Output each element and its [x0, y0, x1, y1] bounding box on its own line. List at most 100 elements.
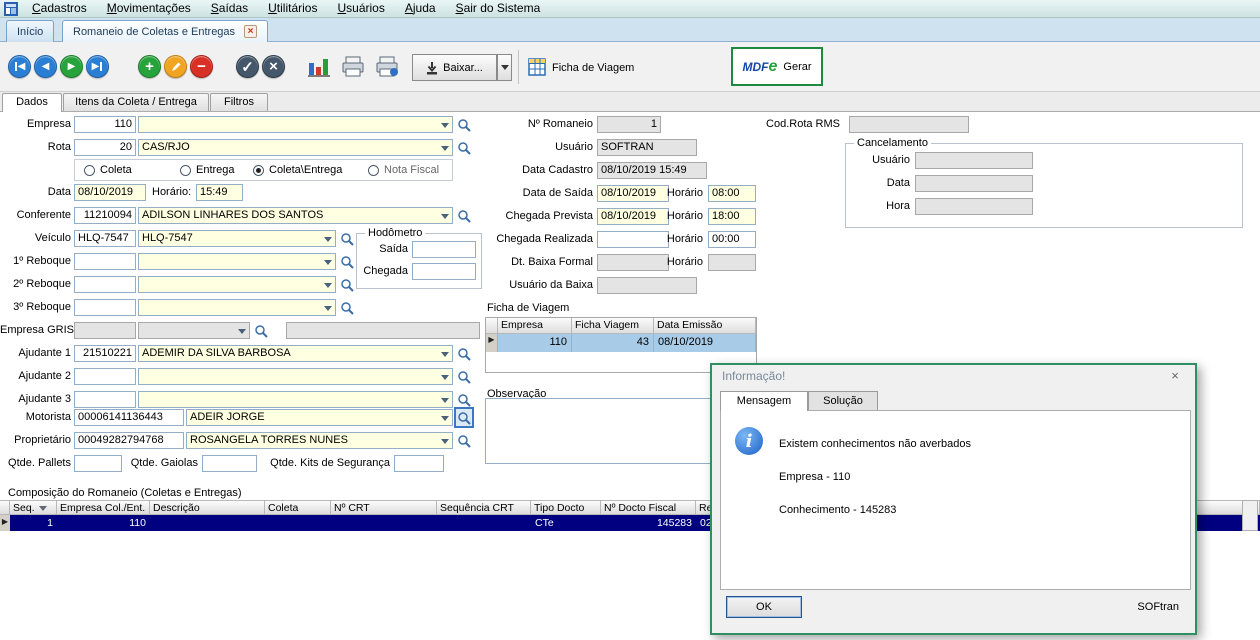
rota-code-input[interactable]: 20 — [74, 139, 136, 156]
veiculo-search-icon[interactable] — [339, 230, 355, 247]
reboque3-search-icon[interactable] — [339, 299, 355, 316]
veiculo-combo[interactable]: HLQ-7547 — [138, 230, 336, 247]
radio-coleta[interactable] — [84, 165, 95, 176]
conferente-combo[interactable]: ADILSON LINHARES DOS SANTOS — [138, 207, 453, 224]
ficha-header-empresa[interactable]: Empresa — [498, 318, 572, 334]
nav-next-button[interactable]: ▶ — [60, 55, 83, 78]
proprietario-search-icon[interactable] — [456, 432, 472, 449]
ajudante3-combo[interactable] — [138, 391, 453, 408]
motorista-combo[interactable]: ADEIR JORGE — [186, 409, 453, 426]
empresa-gris-code-input[interactable] — [74, 322, 136, 339]
grid-header-coleta[interactable]: Coleta — [265, 500, 331, 515]
edit-button[interactable] — [164, 55, 187, 78]
chegada-realizada-horario-input[interactable]: 00:00 — [708, 231, 756, 248]
grid-cell-ncrt[interactable] — [331, 515, 437, 531]
menu-saidas[interactable]: Saídas — [201, 0, 258, 17]
chegada-prevista-horario-input[interactable]: 18:00 — [708, 208, 756, 225]
cancel-button[interactable]: × — [262, 55, 285, 78]
conferente-code-input[interactable]: 11210094 — [74, 207, 136, 224]
motorista-search-icon[interactable] — [456, 409, 472, 426]
ficha-viagem-button[interactable] — [528, 58, 546, 79]
ajudante3-search-icon[interactable] — [456, 391, 472, 408]
hodometro-saida-input[interactable] — [412, 241, 476, 258]
radio-entrega[interactable] — [180, 165, 191, 176]
observacao-textarea[interactable] — [485, 398, 711, 464]
ajudante1-code-input[interactable]: 21510221 — [74, 345, 136, 362]
ajudante2-code-input[interactable] — [74, 368, 136, 385]
menu-cadastros[interactable]: Cadastros — [22, 0, 97, 17]
ficha-cell-emissao[interactable]: 08/10/2019 — [654, 334, 756, 352]
ficha-header-emissao[interactable]: Data Emissão — [654, 318, 756, 334]
nav-last-button[interactable]: ▶ — [86, 55, 109, 78]
reboque1-combo[interactable] — [138, 253, 336, 270]
hodometro-chegada-input[interactable] — [412, 263, 476, 280]
dialog-tab-solucao[interactable]: Solução — [808, 391, 878, 410]
grid-cell-ndocto[interactable]: 145283 — [601, 515, 696, 531]
gerar-mdfe-button[interactable]: MDFe Gerar — [731, 47, 823, 86]
seq-filter-icon[interactable] — [39, 506, 47, 511]
dialog-tab-mensagem[interactable]: Mensagem — [720, 391, 808, 411]
baixar-dropdown-button[interactable] — [497, 54, 512, 81]
ficha-header-ficha[interactable]: Ficha Viagem — [572, 318, 654, 334]
qtde-pallets-input[interactable] — [74, 455, 122, 472]
dialog-close-icon[interactable]: × — [1167, 368, 1183, 383]
ajudante2-search-icon[interactable] — [456, 368, 472, 385]
grid-cell-coleta[interactable] — [265, 515, 331, 531]
ficha-viagem-toolbar-label[interactable]: Ficha de Viagem — [552, 60, 634, 77]
rota-search-icon[interactable] — [456, 139, 472, 156]
qtde-gaiolas-input[interactable] — [202, 455, 257, 472]
print-preview-button[interactable] — [374, 56, 400, 81]
menu-ajuda[interactable]: Ajuda — [395, 0, 446, 17]
motorista-code-input[interactable]: 00006141136443 — [74, 409, 184, 426]
menu-movimentacoes[interactable]: Movimentações — [97, 0, 201, 17]
menu-utilitarios[interactable]: Utilitários — [258, 0, 327, 17]
ajudante3-code-input[interactable] — [74, 391, 136, 408]
grid-header-ncrt[interactable]: Nº CRT — [331, 500, 437, 515]
ajudante1-combo[interactable]: ADEMIR DA SILVA BARBOSA — [138, 345, 453, 362]
reboque2-code-input[interactable] — [74, 276, 136, 293]
add-button[interactable]: + — [138, 55, 161, 78]
menu-usuarios[interactable]: Usuários — [327, 0, 394, 17]
grid-cell-seqcrt[interactable] — [437, 515, 531, 531]
grid-header-tipo-docto[interactable]: Tipo Docto — [531, 500, 601, 515]
ajudante1-search-icon[interactable] — [456, 345, 472, 362]
proprietario-combo[interactable]: ROSANGELA TORRES NUNES — [186, 432, 453, 449]
tab-dados[interactable]: Dados — [2, 93, 62, 112]
empresa-search-icon[interactable] — [456, 116, 472, 133]
proprietario-code-input[interactable]: 00049282794768 — [74, 432, 184, 449]
delete-button[interactable]: − — [190, 55, 213, 78]
ficha-cell-ficha[interactable]: 43 — [572, 334, 654, 352]
reboque2-combo[interactable] — [138, 276, 336, 293]
nav-prev-button[interactable]: ◀ — [34, 55, 57, 78]
grid-cell-descricao[interactable] — [150, 515, 265, 531]
conferente-search-icon[interactable] — [456, 207, 472, 224]
tab-romaneio[interactable]: Romaneio de Coletas e Entregas × — [62, 20, 268, 42]
reboque3-code-input[interactable] — [74, 299, 136, 316]
data-saida-horario-input[interactable]: 08:00 — [708, 185, 756, 202]
grid-cell-tipo-docto[interactable]: CTe — [531, 515, 601, 531]
tab-filtros[interactable]: Filtros — [210, 93, 268, 111]
tab-itens-coleta-entrega[interactable]: Itens da Coleta / Entrega — [63, 93, 209, 111]
reboque1-code-input[interactable] — [74, 253, 136, 270]
empresa-combo[interactable] — [138, 116, 453, 133]
grid-header-seqcrt[interactable]: Sequência CRT — [437, 500, 531, 515]
reboque2-search-icon[interactable] — [339, 276, 355, 293]
horario-input[interactable]: 15:49 — [196, 184, 243, 201]
rota-combo[interactable]: CAS/RJO — [138, 139, 453, 156]
data-input[interactable]: 08/10/2019 — [74, 184, 146, 201]
radio-nota-fiscal[interactable] — [368, 165, 379, 176]
print-button[interactable] — [340, 56, 366, 81]
reboque3-combo[interactable] — [138, 299, 336, 316]
menu-sair[interactable]: Sair do Sistema — [446, 0, 551, 17]
grid-cell-seq[interactable]: 1 — [10, 515, 57, 531]
grid-header-seq[interactable]: Seq. — [10, 500, 57, 515]
ok-button[interactable]: OK — [726, 596, 802, 618]
tab-close-icon[interactable]: × — [244, 25, 257, 38]
confirm-button[interactable]: ✓ — [236, 55, 259, 78]
grid-scrollbar[interactable] — [1242, 500, 1258, 531]
ajudante2-combo[interactable] — [138, 368, 453, 385]
baixar-button[interactable]: Baixar... — [412, 54, 497, 81]
nav-first-button[interactable]: ◀ — [8, 55, 31, 78]
reboque1-search-icon[interactable] — [339, 253, 355, 270]
veiculo-code-input[interactable]: HLQ-7547 — [74, 230, 136, 247]
